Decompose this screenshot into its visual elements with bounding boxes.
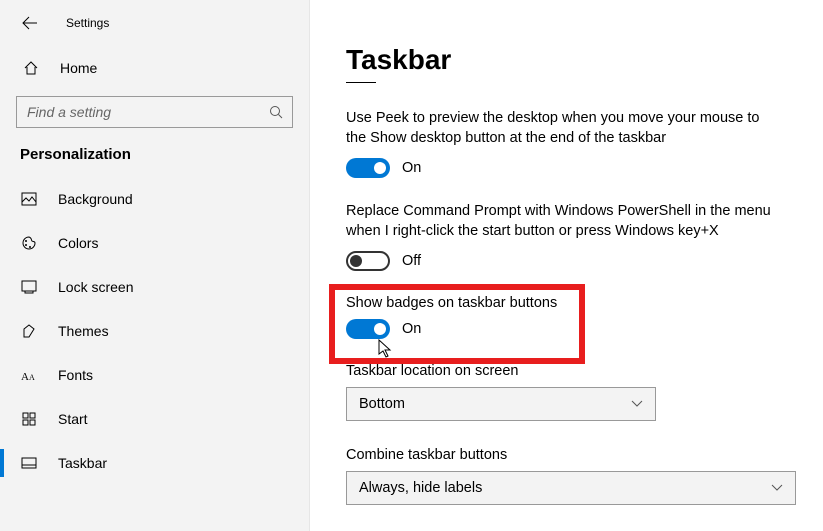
svg-text:A: A xyxy=(21,371,29,382)
peek-toggle[interactable] xyxy=(346,158,390,178)
sidebar-item-label: Fonts xyxy=(58,367,93,383)
title-row: Settings xyxy=(0,0,309,40)
search-icon xyxy=(269,105,283,119)
peek-description: Use Peek to preview the desktop when you… xyxy=(346,109,776,148)
start-icon xyxy=(20,412,38,426)
chevron-down-icon xyxy=(771,484,783,492)
search-input[interactable] xyxy=(16,96,293,128)
picture-icon xyxy=(20,192,38,206)
peek-toggle-state: On xyxy=(402,160,421,176)
badges-toggle-row: On xyxy=(346,319,791,339)
section-header: Personalization xyxy=(0,146,309,177)
sidebar-item-label: Start xyxy=(58,411,88,427)
title-underline xyxy=(346,82,376,83)
sidebar-item-lock-screen[interactable]: Lock screen xyxy=(0,265,309,309)
sidebar-item-taskbar[interactable]: Taskbar xyxy=(0,441,309,485)
chevron-down-icon xyxy=(631,400,643,408)
sidebar-item-fonts[interactable]: AA Fonts xyxy=(0,353,309,397)
sidebar-item-label: Lock screen xyxy=(58,279,133,295)
peek-toggle-row: On xyxy=(346,158,791,178)
palette-icon xyxy=(20,235,38,251)
search-container xyxy=(16,96,293,128)
themes-icon xyxy=(20,323,38,339)
sidebar-item-label: Taskbar xyxy=(58,455,107,471)
main-content: Taskbar Use Peek to preview the desktop … xyxy=(310,0,823,531)
badges-toggle[interactable] xyxy=(346,319,390,339)
powershell-description: Replace Command Prompt with Windows Powe… xyxy=(346,202,776,241)
nav-list: Background Colors Lock screen Themes xyxy=(0,177,309,485)
fonts-icon: AA xyxy=(20,368,38,382)
sidebar-item-label: Themes xyxy=(58,323,109,339)
sidebar-item-themes[interactable]: Themes xyxy=(0,309,309,353)
powershell-toggle-state: Off xyxy=(402,253,421,269)
back-button[interactable] xyxy=(22,16,42,30)
powershell-toggle[interactable] xyxy=(346,251,390,271)
badges-label: Show badges on taskbar buttons xyxy=(346,295,791,311)
sidebar-item-label: Background xyxy=(58,191,133,207)
page-title: Taskbar xyxy=(346,44,791,76)
svg-text:A: A xyxy=(29,373,35,382)
sidebar: Settings Home Personalization Background xyxy=(0,0,310,531)
taskbar-icon xyxy=(20,457,38,469)
home-icon xyxy=(22,60,40,76)
sidebar-item-background[interactable]: Background xyxy=(0,177,309,221)
location-value: Bottom xyxy=(359,396,405,412)
powershell-toggle-row: Off xyxy=(346,251,791,271)
combine-value: Always, hide labels xyxy=(359,480,482,496)
location-select[interactable]: Bottom xyxy=(346,387,656,421)
window-title: Settings xyxy=(66,16,109,30)
home-nav[interactable]: Home xyxy=(0,50,309,86)
location-label: Taskbar location on screen xyxy=(346,363,791,379)
combine-select[interactable]: Always, hide labels xyxy=(346,471,796,505)
sidebar-item-colors[interactable]: Colors xyxy=(0,221,309,265)
sidebar-item-start[interactable]: Start xyxy=(0,397,309,441)
home-label: Home xyxy=(60,60,97,76)
sidebar-item-label: Colors xyxy=(58,235,98,251)
lock-screen-icon xyxy=(20,280,38,294)
combine-label: Combine taskbar buttons xyxy=(346,447,791,463)
badges-toggle-state: On xyxy=(402,321,421,337)
